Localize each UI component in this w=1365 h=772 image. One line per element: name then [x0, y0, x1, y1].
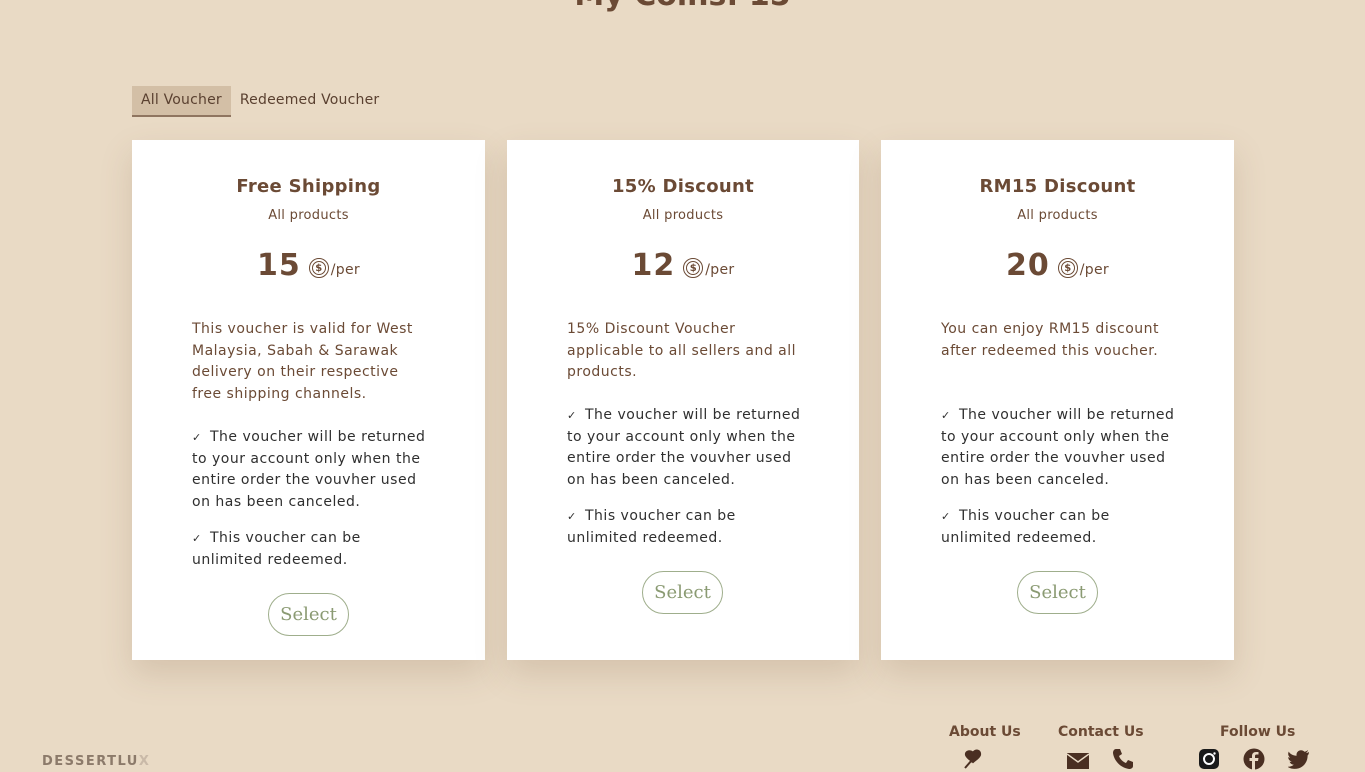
check-icon: ✓ [941, 510, 951, 523]
instagram-icon[interactable] [1198, 748, 1220, 770]
card-subtitle: All products [642, 208, 724, 223]
footer-about-heading[interactable]: About Us [949, 724, 1021, 740]
voucher-term: ✓ The voucher will be returned to your ac… [567, 407, 801, 488]
card-title: Free Shipping [236, 176, 381, 197]
card-subtitle: All products [268, 208, 349, 223]
voucher-term: ✓ The voucher will be returned to your ac… [941, 407, 1175, 488]
facebook-icon[interactable] [1243, 748, 1265, 770]
voucher-term: ✓ This voucher can be unlimited redeemed. [941, 508, 1110, 546]
voucher-description: 15% Discount Voucher applicable to all s… [567, 321, 797, 380]
price-unit: /per [330, 262, 360, 278]
check-icon: ✓ [192, 431, 202, 444]
voucher-term: ✓ The voucher will be returned to your ac… [192, 429, 426, 510]
mail-icon[interactable] [1067, 750, 1089, 772]
price-row: 15 $ /per [132, 248, 485, 284]
brand-logo[interactable]: DESSERTLUX [42, 754, 150, 769]
coin-icon: $ [308, 258, 329, 278]
footer-follow-heading: Follow Us [1220, 724, 1296, 740]
voucher-term: ✓ This voucher can be unlimited redeemed. [192, 530, 361, 568]
coin-icon: $ [1057, 258, 1078, 278]
voucher-description: This voucher is valid for West Malaysia,… [192, 321, 413, 402]
cake-heart-icon[interactable] [962, 748, 984, 770]
twitter-icon[interactable] [1288, 748, 1310, 770]
voucher-description: You can enjoy RM15 discount after redeem… [941, 321, 1159, 359]
voucher-card-15-discount: 15% Discount All products 12 $ /per 15% … [507, 140, 859, 660]
voucher-card-free-shipping: Free Shipping All products 15 $ /per Thi… [132, 140, 485, 660]
coin-price: 20 [1006, 248, 1050, 283]
coin-icon: $ [683, 258, 704, 278]
card-title: 15% Discount [611, 176, 755, 197]
coin-price: 12 [631, 248, 676, 283]
select-button[interactable]: Select [1017, 571, 1098, 614]
check-icon: ✓ [941, 409, 951, 422]
card-subtitle: All products [1017, 208, 1098, 223]
footer-contact-heading[interactable]: Contact Us [1058, 724, 1144, 740]
check-icon: ✓ [192, 532, 202, 545]
voucher-card-rm15-discount: RM15 Discount All products 20 $ /per You… [881, 140, 1234, 660]
check-icon: ✓ [567, 510, 577, 523]
voucher-term: ✓ This voucher can be unlimited redeemed. [567, 508, 736, 546]
price-row: 12 $ /per [507, 248, 859, 284]
phone-icon[interactable] [1112, 748, 1134, 770]
coin-price: 15 [257, 248, 301, 283]
select-button[interactable]: Select [268, 593, 349, 636]
check-icon: ✓ [567, 409, 577, 422]
card-title: RM15 Discount [979, 176, 1136, 197]
price-row: 20 $ /per [881, 248, 1234, 284]
price-unit: /per [705, 262, 735, 278]
select-button[interactable]: Select [642, 571, 723, 614]
price-unit: /per [1079, 262, 1109, 278]
